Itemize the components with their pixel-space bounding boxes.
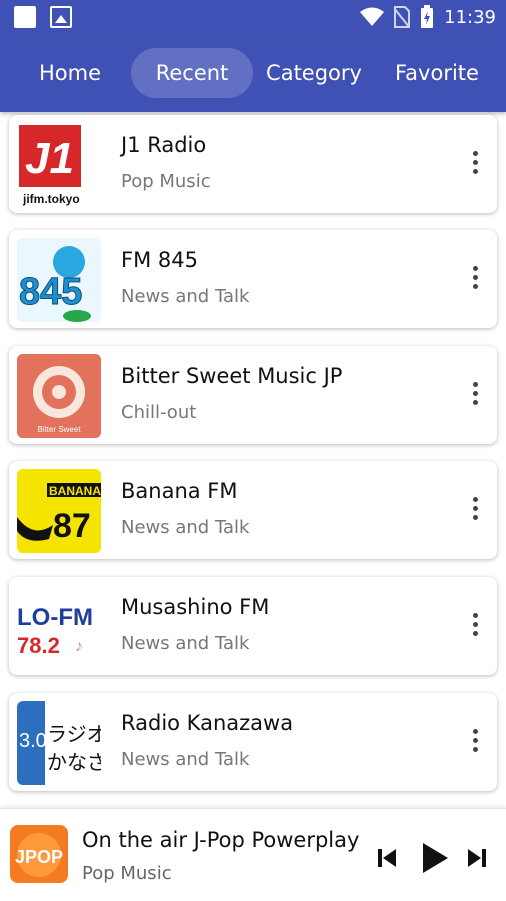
station-logo: LO-FM 78.2 ♪ [17,585,101,669]
station-genre: News and Talk [121,517,250,538]
more-options-icon[interactable] [471,497,479,523]
wifi-icon [360,7,385,26]
svg-text:jifm.tokyo: jifm.tokyo [22,192,80,206]
station-name: FM 845 [121,248,198,272]
station-card[interactable]: J1 jifm.tokyo J1 Radio Pop Music [9,115,497,213]
station-card[interactable]: LO-FM 78.2 ♪ Musashino FM News and Talk [9,577,497,675]
clock: 11:39 [444,6,496,28]
svg-text:J1: J1 [25,134,74,183]
more-options-icon[interactable] [471,266,479,292]
now-playing-title: On the air J-Pop Powerplay [82,828,360,852]
play-icon[interactable] [420,841,450,875]
station-card[interactable]: BANANA 87 Banana FM News and Talk [9,461,497,559]
now-playing-genre: Pop Music [82,863,172,884]
station-logo: BANANA 87 [17,469,101,553]
station-logo: 845 [17,238,101,322]
more-options-icon[interactable] [471,613,479,639]
svg-text:ラジオ: ラジオ [47,722,101,746]
station-genre: News and Talk [121,749,250,770]
station-logo: 3.0 ラジオ かなざ [17,701,101,785]
notification-square-icon [14,6,36,28]
station-card[interactable]: 3.0 ラジオ かなざ Radio Kanazawa News and Talk [9,693,497,791]
image-icon [50,6,72,28]
more-options-icon[interactable] [471,151,479,177]
svg-text:LO-FM: LO-FM [17,604,93,631]
svg-text:78.2: 78.2 [17,633,60,658]
svg-text:87: 87 [53,507,91,545]
status-bar: 11:39 [0,0,506,34]
now-playing-bar[interactable]: JPOP On the air J-Pop Powerplay Pop Musi… [0,808,506,901]
svg-text:♪: ♪ [75,638,83,655]
tab-favorite[interactable]: Favorite [386,48,488,98]
svg-text:かなざ: かなざ [47,750,101,774]
tab-category[interactable]: Category [260,48,368,98]
station-logo: Bitter Sweet [17,354,101,438]
svg-text:Bitter Sweet: Bitter Sweet [37,425,81,434]
tab-bar: Home Recent Category Favorite [0,34,506,112]
skip-previous-icon[interactable] [376,847,398,869]
more-options-icon[interactable] [471,382,479,408]
svg-text:BANANA: BANANA [49,484,101,498]
skip-next-icon[interactable] [466,847,488,869]
no-sim-icon [394,6,411,28]
station-name: Banana FM [121,479,238,503]
now-playing-logo: JPOP [10,825,68,883]
station-genre: Pop Music [121,171,211,192]
svg-text:JPOP: JPOP [15,847,63,867]
station-name: Musashino FM [121,595,270,619]
tab-recent[interactable]: Recent [131,48,253,98]
station-name: J1 Radio [121,133,207,157]
station-card[interactable]: Bitter Sweet Bitter Sweet Music JP Chill… [9,346,497,444]
station-genre: News and Talk [121,633,250,654]
station-genre: News and Talk [121,286,250,307]
station-logo: J1 jifm.tokyo [17,123,101,207]
tab-home[interactable]: Home [26,48,114,98]
svg-text:3.0: 3.0 [19,730,47,752]
more-options-icon[interactable] [471,729,479,755]
station-card[interactable]: 845 FM 845 News and Talk [9,230,497,328]
station-genre: Chill-out [121,402,197,423]
station-name: Radio Kanazawa [121,711,294,735]
station-name: Bitter Sweet Music JP [121,364,343,388]
svg-text:845: 845 [19,271,82,313]
battery-charging-icon [421,5,434,28]
